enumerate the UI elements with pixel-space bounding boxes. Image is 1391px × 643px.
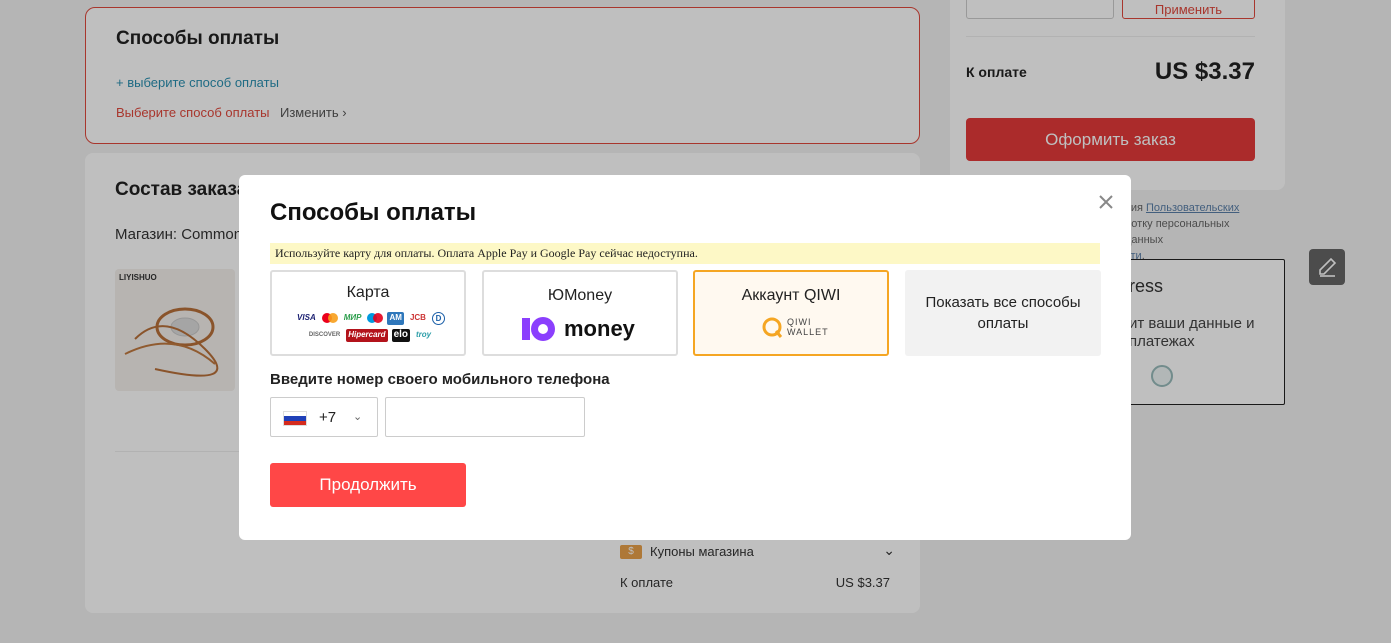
- payment-methods-modal: Способы оплаты Используйте карту для опл…: [239, 175, 1131, 540]
- qiwi-top-text: QIWI: [787, 317, 812, 327]
- phone-field-label: Введите номер своего мобильного телефона: [270, 371, 610, 388]
- yumoney-logo: money: [522, 316, 635, 342]
- method-label: Показать все способы оплаты: [925, 294, 1081, 332]
- method-qiwi[interactable]: Аккаунт QIWI QIWI WALLET: [693, 270, 889, 356]
- yumoney-icon: [522, 317, 555, 341]
- card-brands-row: DISCOVER Hipercard elo troy: [290, 328, 450, 342]
- method-card[interactable]: Карта VISA МИР AM JCB D DISCOVER Hiperca…: [270, 270, 466, 356]
- diners-icon: D: [431, 311, 445, 325]
- payment-notice: Используйте карту для оплаты. Оплата App…: [270, 243, 1100, 264]
- method-yumoney[interactable]: ЮMoney money: [482, 270, 678, 356]
- method-label: Карта: [346, 284, 390, 301]
- mir-icon: МИР: [343, 312, 362, 322]
- continue-button[interactable]: Продолжить: [270, 463, 466, 507]
- russia-flag-icon: [283, 411, 307, 426]
- qiwi-wallet-logo: QIWI WALLET: [761, 316, 829, 338]
- country-code: +7: [319, 409, 337, 426]
- close-icon[interactable]: [1096, 192, 1116, 212]
- qiwi-bottom-text: WALLET: [787, 327, 829, 337]
- method-label: Аккаунт QIWI: [741, 287, 841, 304]
- troy-icon: troy: [416, 329, 432, 339]
- yumoney-wordmark: money: [564, 316, 635, 341]
- maestro-icon: [367, 313, 384, 323]
- amex-icon: AM: [387, 311, 404, 325]
- hipercard-icon: Hipercard: [346, 328, 388, 342]
- method-label: ЮMoney: [547, 287, 613, 304]
- jcb-icon: JCB: [409, 312, 426, 322]
- card-brands-row: VISA МИР AM JCB D: [290, 311, 450, 325]
- qiwi-wordmark: QIWI WALLET: [787, 317, 829, 337]
- country-code-select[interactable]: +7 ⌄: [270, 397, 378, 437]
- qiwi-icon: [762, 317, 783, 338]
- elo-icon: elo: [391, 328, 411, 342]
- mastercard-icon: [321, 313, 338, 323]
- visa-icon: VISA: [297, 312, 316, 322]
- modal-title: Способы оплаты: [270, 199, 477, 226]
- chevron-down-icon: ⌄: [353, 411, 363, 423]
- phone-number-input[interactable]: [385, 397, 585, 437]
- show-all-methods-button[interactable]: Показать все способы оплаты: [905, 270, 1101, 356]
- discover-icon: DISCOVER: [308, 331, 341, 338]
